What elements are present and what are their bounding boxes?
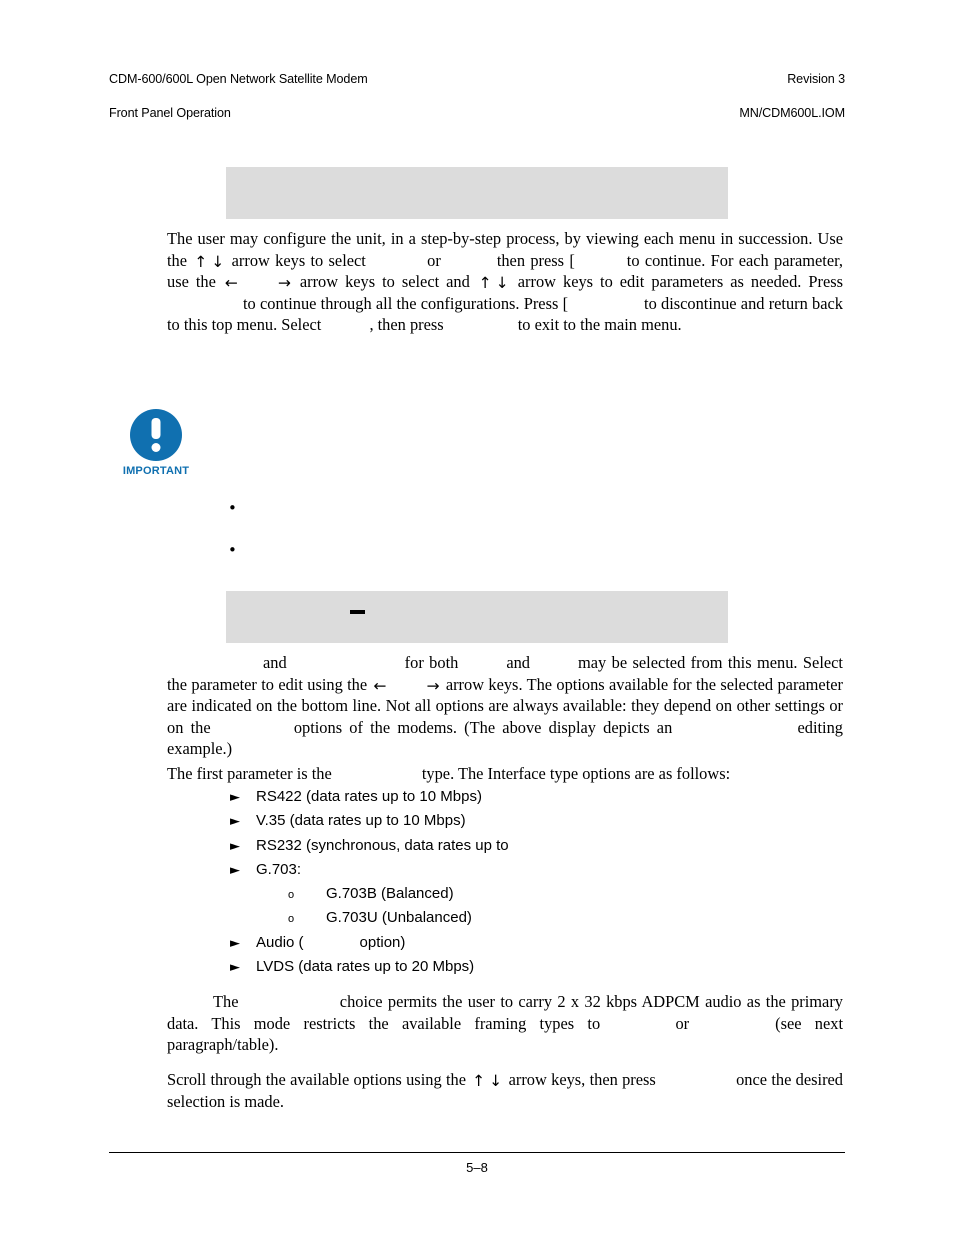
config-intro-seg3: or — [427, 250, 441, 270]
list-item-label: LVDS (data rates up to 20 Mbps) — [256, 958, 475, 976]
exclamation-bar — [151, 418, 161, 439]
scroll-note-seg1: Scroll through the available options usi… — [167, 1070, 471, 1089]
audio-note-paragraph: The choice permits the user to carry 2 x… — [167, 991, 843, 1056]
arrow-up-icon: ↑ — [472, 1072, 486, 1090]
list-item-label-suffix: option) — [359, 933, 406, 951]
first-parameter-seg2: type. The Interface type options are as … — [421, 764, 731, 783]
scroll-note-seg2: arrow keys, then press — [504, 1070, 661, 1089]
list-item: • — [228, 498, 828, 540]
list-item-label: V.35 (data rates up to 10 Mbps) — [256, 812, 466, 830]
triangle-bullet-icon: ► — [230, 814, 240, 830]
important-bullet-list: • • — [228, 498, 828, 582]
audio-note-seg2: choice permits the user to carry 2 x 32 … — [167, 992, 843, 1033]
triangle-bullet-icon: ► — [230, 838, 240, 854]
first-parameter-seg1: The first parameter is the — [167, 764, 336, 783]
list-item-label: G.703B (Balanced) — [326, 885, 454, 903]
arrow-up-icon: ↑ — [194, 252, 208, 271]
config-intro-seg10: , then press — [369, 315, 448, 335]
list-item-label: RS422 (data rates up to 10 Mbps) — [256, 788, 482, 805]
header-part-number: MN/CDM600L.IOM — [739, 106, 845, 120]
config-intro-seg11: to exit to the main menu. — [517, 315, 682, 335]
config-intro-paragraph: The user may configure the unit, in a st… — [167, 228, 843, 336]
footer-page-number: 5–8 — [466, 1160, 488, 1175]
triangle-bullet-icon: ► — [230, 960, 240, 976]
config-intro-seg2: arrow keys to select — [226, 250, 372, 270]
lcd-dash-glyph — [350, 610, 365, 614]
important-callout-label: IMPORTANT — [122, 465, 190, 477]
list-item: ► Audio ( option) — [230, 934, 790, 958]
list-item-label: Audio ( — [256, 933, 304, 951]
important-callout: IMPORTANT — [120, 409, 192, 477]
interface-options-list: ► RS422 (data rates up to 10 Mbps) ► V.35 (… — [230, 788, 790, 982]
config-intro-seg6: arrow keys to select and — [292, 272, 477, 292]
list-item-label: RS232 (synchronous, data rates up to — [256, 836, 509, 854]
list-item: o G.703U (Unbalanced) — [230, 909, 790, 933]
list-item: ► G.703: — [230, 861, 790, 885]
config-intro-seg8: to continue through all the configuratio… — [243, 293, 569, 313]
top-lcd-display — [226, 167, 728, 219]
arrow-down-icon: ↓ — [489, 1072, 503, 1090]
header-revision: Revision 3 — [787, 72, 845, 86]
bullet-icon: • — [228, 499, 237, 517]
arrow-down-icon: ↓ — [495, 274, 509, 293]
list-item: • — [228, 540, 828, 582]
header-section-title: Front Panel Operation — [109, 106, 231, 120]
interface-lcd-display — [226, 591, 728, 643]
first-parameter-paragraph-block: The first parameter is the type. The Int… — [167, 763, 843, 785]
audio-note-seg1: The — [213, 992, 244, 1011]
audio-note-seg3: or — [675, 1013, 690, 1033]
triangle-bullet-icon: ► — [230, 790, 240, 805]
arrow-up-icon: ↑ — [478, 274, 492, 293]
config-intro-seg7: arrow keys to edit parameters as needed.… — [510, 272, 843, 292]
circle-bullet-icon: o — [288, 889, 295, 902]
interface-menu-seg3: and — [506, 653, 530, 672]
header-right-block: Revision 3 MN/CDM600L.IOM — [739, 54, 845, 139]
important-exclamation-icon — [130, 409, 182, 461]
page-header: CDM-600/600L Open Network Satellite Mode… — [109, 54, 845, 139]
list-item: ► RS232 (synchronous, data rates up to — [230, 837, 790, 861]
interface-menu-seg6: options of the modems. (The above displa… — [293, 717, 680, 737]
interface-menu-paragraph-block: and for both and may be selected from this … — [167, 652, 843, 760]
arrow-down-icon: ↓ — [211, 252, 225, 271]
first-parameter-paragraph: The first parameter is the type. The Int… — [167, 763, 843, 785]
interface-menu-seg2: for both — [404, 653, 459, 672]
arrow-left-icon: ← — [373, 676, 387, 695]
arrow-right-icon: → — [426, 676, 440, 695]
header-left-block: CDM-600/600L Open Network Satellite Mode… — [109, 54, 368, 139]
list-item-label: G.703: — [256, 860, 302, 878]
triangle-bullet-icon: ► — [230, 862, 240, 878]
list-item: ► V.35 (data rates up to 10 Mbps) — [230, 812, 790, 836]
exclamation-dot — [151, 443, 161, 452]
interface-menu-seg1: and — [263, 653, 287, 672]
audio-note-paragraph-block: The choice permits the user to carry 2 x… — [167, 991, 843, 1056]
arrow-left-icon: ← — [224, 274, 238, 293]
config-intro-paragraph-block: The user may configure the unit, in a st… — [167, 228, 843, 336]
interface-menu-paragraph: and for both and may be selected from this … — [167, 652, 843, 760]
circle-bullet-icon: o — [288, 913, 295, 926]
scroll-note-paragraph: Scroll through the available options usi… — [167, 1069, 843, 1112]
triangle-bullet-icon: ► — [230, 935, 240, 951]
document-page: CDM-600/600L Open Network Satellite Mode… — [0, 0, 954, 1235]
list-item: ► RS422 (data rates up to 10 Mbps) — [230, 788, 790, 812]
arrow-right-icon: → — [277, 274, 291, 293]
list-item: ► LVDS (data rates up to 20 Mbps) — [230, 958, 790, 982]
list-item: o G.703B (Balanced) — [230, 885, 790, 909]
list-item-label: G.703U (Unbalanced) — [326, 909, 472, 927]
scroll-note-paragraph-block: Scroll through the available options usi… — [167, 1069, 843, 1112]
bullet-icon: • — [228, 541, 237, 559]
header-document-title: CDM-600/600L Open Network Satellite Mode… — [109, 72, 368, 86]
footer-divider — [109, 1152, 845, 1153]
config-intro-seg4: then press [ — [496, 250, 575, 270]
